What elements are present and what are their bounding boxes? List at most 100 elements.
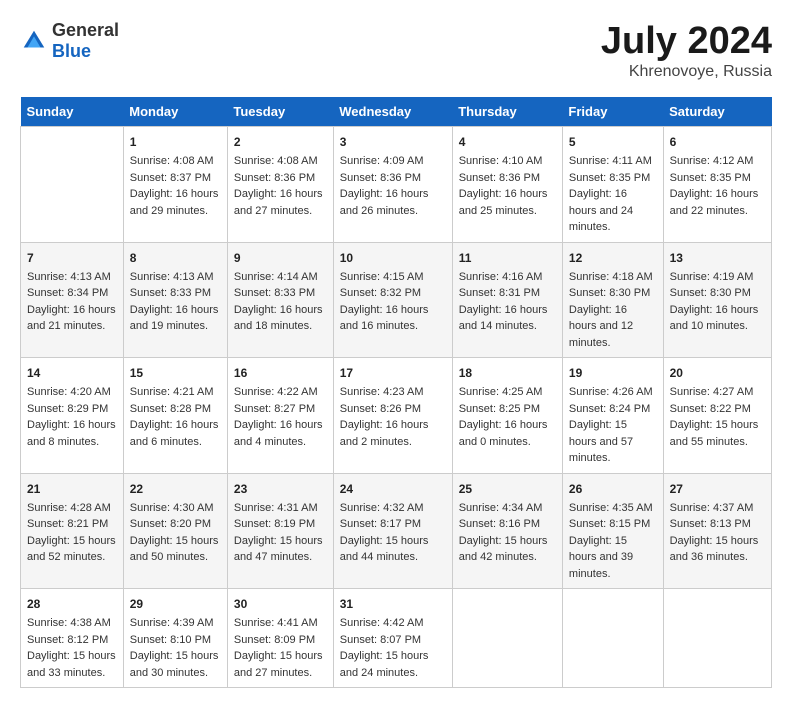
calendar-cell: 21Sunrise: 4:28 AMSunset: 8:21 PMDayligh… [21,473,124,589]
calendar-cell: 17 Sunrise: 4:23 AMSunset: 8:26 PMDayligh… [333,358,452,474]
date-number: 11 [459,249,556,267]
date-number: 15 [130,364,221,382]
date-number: 29 [130,595,221,613]
calendar-cell: 9Sunrise: 4:14 AMSunset: 8:33 PMDaylight… [227,242,333,358]
header-day: Saturday [663,97,771,127]
calendar-cell: 30 Sunrise: 4:41 AMSunset: 8:09 PMDayligh… [227,589,333,688]
date-number: 26 [569,480,657,498]
calendar-cell: 25 Sunrise: 4:34 AMSunset: 8:16 PMDayligh… [452,473,562,589]
date-number: 25 [459,480,556,498]
date-number: 24 [340,480,446,498]
cell-info: Sunrise: 4:38 AMSunset: 8:12 PMDaylight:… [27,615,117,681]
date-number: 21 [27,480,117,498]
cell-info: Sunrise: 4:25 AMSunset: 8:25 PMDaylight:… [459,384,556,450]
calendar-cell: 24 Sunrise: 4:32 AMSunset: 8:17 PMDayligh… [333,473,452,589]
date-number: 31 [340,595,446,613]
date-number: 22 [130,480,221,498]
calendar-cell: 8 Sunrise: 4:13 AMSunset: 8:33 PMDaylight… [123,242,227,358]
cell-info: Sunrise: 4:14 AMSunset: 8:33 PMDaylight:… [234,269,327,335]
header-row: SundayMondayTuesdayWednesdayThursdayFrid… [21,97,772,127]
logo-general: General [52,20,119,40]
calendar-table: SundayMondayTuesdayWednesdayThursdayFrid… [20,97,772,688]
cell-info: Sunrise: 4:20 AMSunset: 8:29 PMDaylight:… [27,384,117,450]
cell-info: Sunrise: 4:13 AMSunset: 8:34 PMDaylight:… [27,269,117,335]
date-number: 18 [459,364,556,382]
header-day: Tuesday [227,97,333,127]
date-number: 12 [569,249,657,267]
header-day: Friday [562,97,663,127]
date-number: 13 [670,249,765,267]
logo-icon [20,27,48,55]
date-number: 10 [340,249,446,267]
calendar-cell: 19 Sunrise: 4:26 AMSunset: 8:24 PMDayligh… [562,358,663,474]
calendar-cell: 6Sunrise: 4:12 AMSunset: 8:35 PMDaylight… [663,127,771,243]
cell-info: Sunrise: 4:31 AMSunset: 8:19 PMDaylight:… [234,500,327,566]
calendar-cell: 18 Sunrise: 4:25 AMSunset: 8:25 PMDayligh… [452,358,562,474]
date-number: 17 [340,364,446,382]
calendar-cell: 26 Sunrise: 4:35 AMSunset: 8:15 PMDayligh… [562,473,663,589]
calendar-cell: 1 Sunrise: 4:08 AMSunset: 8:37 PMDaylight… [123,127,227,243]
cell-info: Sunrise: 4:30 AMSunset: 8:20 PMDaylight:… [130,500,221,566]
logo: General Blue [20,20,119,62]
cell-info: Sunrise: 4:27 AMSunset: 8:22 PMDaylight:… [670,384,765,450]
cell-info: Sunrise: 4:10 AMSunset: 8:36 PMDaylight:… [459,153,556,219]
header-day: Wednesday [333,97,452,127]
calendar-cell: 28 Sunrise: 4:38 AMSunset: 8:12 PMDayligh… [21,589,124,688]
calendar-week-row: 21Sunrise: 4:28 AMSunset: 8:21 PMDayligh… [21,473,772,589]
cell-info: Sunrise: 4:13 AMSunset: 8:33 PMDaylight:… [130,269,221,335]
date-number: 7 [27,249,117,267]
calendar-cell: 13Sunrise: 4:19 AMSunset: 8:30 PMDayligh… [663,242,771,358]
calendar-cell [562,589,663,688]
cell-info: Sunrise: 4:23 AMSunset: 8:26 PMDaylight:… [340,384,446,450]
calendar-cell: 11 Sunrise: 4:16 AMSunset: 8:31 PMDayligh… [452,242,562,358]
date-number: 19 [569,364,657,382]
cell-info: Sunrise: 4:35 AMSunset: 8:15 PMDaylight:… [569,500,657,583]
subtitle: Khrenovoye, Russia [601,63,772,81]
cell-info: Sunrise: 4:09 AMSunset: 8:36 PMDaylight:… [340,153,446,219]
calendar-week-row: 28 Sunrise: 4:38 AMSunset: 8:12 PMDayligh… [21,589,772,688]
cell-info: Sunrise: 4:15 AMSunset: 8:32 PMDaylight:… [340,269,446,335]
header-day: Thursday [452,97,562,127]
cell-info: Sunrise: 4:26 AMSunset: 8:24 PMDaylight:… [569,384,657,467]
calendar-cell: 3 Sunrise: 4:09 AMSunset: 8:36 PMDaylight… [333,127,452,243]
title-area: July 2024 Khrenovoye, Russia [601,20,772,81]
calendar-cell: 20 Sunrise: 4:27 AMSunset: 8:22 PMDayligh… [663,358,771,474]
cell-info: Sunrise: 4:12 AMSunset: 8:35 PMDaylight:… [670,153,765,219]
header: General Blue July 2024 Khrenovoye, Russi… [20,20,772,81]
calendar-header: SundayMondayTuesdayWednesdayThursdayFrid… [21,97,772,127]
calendar-cell: 15 Sunrise: 4:21 AMSunset: 8:28 PMDayligh… [123,358,227,474]
cell-info: Sunrise: 4:11 AMSunset: 8:35 PMDaylight:… [569,153,657,236]
cell-info: Sunrise: 4:32 AMSunset: 8:17 PMDaylight:… [340,500,446,566]
cell-info: Sunrise: 4:42 AMSunset: 8:07 PMDaylight:… [340,615,446,681]
date-number: 27 [670,480,765,498]
cell-info: Sunrise: 4:21 AMSunset: 8:28 PMDaylight:… [130,384,221,450]
calendar-week-row: 14Sunrise: 4:20 AMSunset: 8:29 PMDayligh… [21,358,772,474]
calendar-cell: 14Sunrise: 4:20 AMSunset: 8:29 PMDayligh… [21,358,124,474]
cell-info: Sunrise: 4:37 AMSunset: 8:13 PMDaylight:… [670,500,765,566]
cell-info: Sunrise: 4:08 AMSunset: 8:37 PMDaylight:… [130,153,221,219]
main-title: July 2024 [601,20,772,63]
calendar-cell [663,589,771,688]
logo-blue: Blue [52,41,91,61]
date-number: 20 [670,364,765,382]
cell-info: Sunrise: 4:18 AMSunset: 8:30 PMDaylight:… [569,269,657,352]
calendar-week-row: 7 Sunrise: 4:13 AMSunset: 8:34 PMDaylight… [21,242,772,358]
date-number: 1 [130,133,221,151]
header-day: Monday [123,97,227,127]
calendar-cell: 27 Sunrise: 4:37 AMSunset: 8:13 PMDayligh… [663,473,771,589]
cell-info: Sunrise: 4:41 AMSunset: 8:09 PMDaylight:… [234,615,327,681]
date-number: 30 [234,595,327,613]
date-number: 2 [234,133,327,151]
date-number: 3 [340,133,446,151]
calendar-cell: 2Sunrise: 4:08 AMSunset: 8:36 PMDaylight… [227,127,333,243]
cell-info: Sunrise: 4:34 AMSunset: 8:16 PMDaylight:… [459,500,556,566]
date-number: 4 [459,133,556,151]
cell-info: Sunrise: 4:16 AMSunset: 8:31 PMDaylight:… [459,269,556,335]
calendar-cell: 23Sunrise: 4:31 AMSunset: 8:19 PMDayligh… [227,473,333,589]
cell-info: Sunrise: 4:39 AMSunset: 8:10 PMDaylight:… [130,615,221,681]
calendar-cell: 5Sunrise: 4:11 AMSunset: 8:35 PMDaylight… [562,127,663,243]
date-number: 28 [27,595,117,613]
cell-info: Sunrise: 4:22 AMSunset: 8:27 PMDaylight:… [234,384,327,450]
calendar-cell: 4 Sunrise: 4:10 AMSunset: 8:36 PMDaylight… [452,127,562,243]
date-number: 8 [130,249,221,267]
